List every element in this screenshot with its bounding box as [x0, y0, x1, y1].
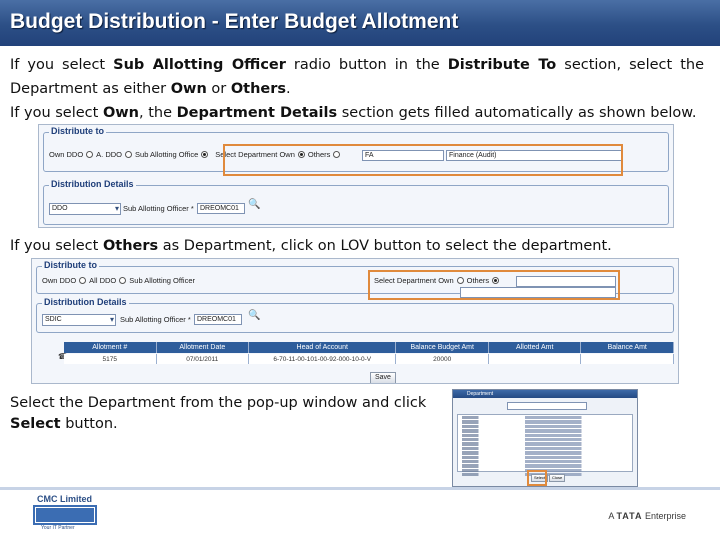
screenshot-others-department: Distribute to Own DDO All DDO Sub Allott…	[31, 258, 679, 384]
company-name: CMC Limited	[37, 494, 92, 504]
allotment-grid-header: Allotment # Allotment Date Head of Accou…	[64, 342, 674, 353]
lov-icon-2[interactable]: 🔍	[248, 310, 260, 321]
ddo-select[interactable]: DDO	[49, 203, 121, 215]
instruction-paragraph-1: If you select Sub Allotting Officer radi…	[10, 57, 704, 97]
own-ddo-radio[interactable]	[86, 151, 94, 158]
sub-officer-label-2: Sub Allotting Officer *	[120, 315, 191, 324]
sub-officer-row-2: Sub Allotting Officer *	[120, 315, 191, 324]
sub-allotting-label-2: Sub Allotting Officer	[129, 276, 195, 285]
popup-search-field[interactable]	[507, 402, 587, 410]
sub-allotting-label: Sub Allotting Office	[135, 150, 199, 159]
sub-officer-field-2[interactable]: DREOMC01	[194, 314, 242, 325]
sub-allotting-radio[interactable]	[201, 151, 209, 158]
sub-officer-row: Sub Allotting Officer *	[123, 204, 194, 213]
own-ddo-label: Own DDO	[49, 150, 84, 159]
company-tagline: Your IT Partner	[41, 525, 75, 531]
lov-icon[interactable]: 🔍	[248, 199, 260, 210]
title-bar: Budget Distribution - Enter Budget Allot…	[0, 0, 720, 46]
screenshot-own-department: Distribute to Own DDO A. DDO Sub Allotti…	[38, 124, 674, 228]
grid-col-allotted: Allotted Amt	[489, 342, 582, 353]
cmc-logo-grid-icon	[35, 507, 95, 523]
instruction-paragraph-3: If you select Others as Department, clic…	[10, 238, 612, 254]
ddo-select-2[interactable]: SDIC	[42, 314, 116, 326]
distribute-to-legend: Distribute to	[49, 126, 106, 136]
save-button[interactable]: Save	[370, 372, 396, 383]
grid-col-balance: Balance Amt	[581, 342, 674, 353]
instruction-paragraph-2: If you select Own, the Department Detail…	[10, 105, 697, 121]
distribution-details-legend: Distribution Details	[49, 179, 136, 189]
grid-col-allotment: Allotment #	[64, 342, 157, 353]
tata-enterprise-mark: A TATA Enterprise	[608, 511, 686, 521]
all-ddo-radio[interactable]	[119, 277, 127, 284]
a-ddo-radio[interactable]	[125, 151, 133, 158]
instruction-paragraph-4: Select the Department from the pop-up wi…	[10, 395, 427, 432]
cell-balance	[581, 354, 674, 364]
cell-date: 07/01/2011	[157, 354, 250, 364]
own-ddo-label-2: Own DDO	[42, 276, 77, 285]
cell-head: 6-70-11-00-101-00-92-000-10-0-V	[249, 354, 397, 364]
a-ddo-label: A. DDO	[96, 150, 123, 159]
sub-officer-field[interactable]: DREOMC01	[197, 203, 245, 214]
own-ddo-radio-2[interactable]	[79, 277, 87, 284]
popup-title-bar: Department	[453, 390, 637, 398]
page-title: Budget Distribution - Enter Budget Allot…	[10, 10, 459, 33]
highlight-department-row	[223, 144, 623, 176]
highlight-others-row	[368, 270, 620, 300]
department-popup-window: Department Select Close	[452, 389, 638, 487]
department-list[interactable]	[457, 414, 633, 477]
sub-officer-label: Sub Allotting Officer *	[123, 204, 194, 213]
grid-col-date: Allotment Date	[157, 342, 250, 353]
distribute-options-2: Own DDO All DDO Sub Allotting Officer	[42, 276, 195, 285]
cell-balance-budget: 20000	[396, 354, 489, 364]
footer-divider	[0, 487, 720, 490]
cell-allotment: 5175	[64, 354, 157, 364]
all-ddo-label: All DDO	[89, 276, 117, 285]
grid-col-head: Head of Account	[249, 342, 397, 353]
grid-col-balance-budget: Balance Budget Amt	[396, 342, 489, 353]
highlight-select-button	[527, 470, 547, 486]
cell-allotted	[489, 354, 582, 364]
cmc-logo: CMC Limited Your IT Partner	[31, 494, 101, 536]
popup-close-button[interactable]: Close	[549, 474, 566, 482]
distribution-details-legend-2: Distribution Details	[42, 297, 129, 307]
table-row[interactable]: 5175 07/01/2011 6-70-11-00-101-00-92-000…	[64, 354, 674, 364]
distribute-to-legend-2: Distribute to	[42, 260, 99, 270]
